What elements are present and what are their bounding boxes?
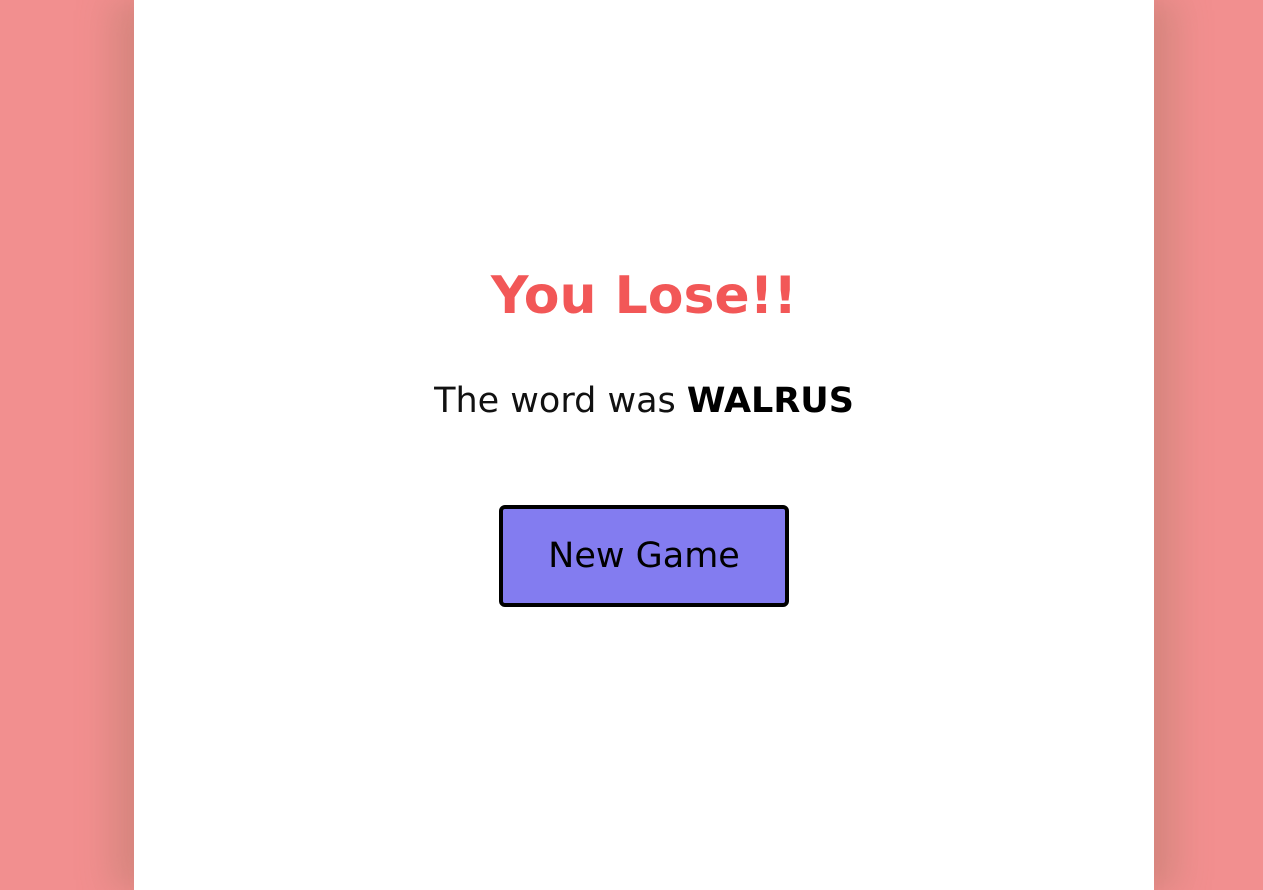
- revealed-word: WALRUS: [686, 381, 854, 421]
- result-title: You Lose!!: [490, 266, 798, 326]
- word-prefix: The word was: [434, 381, 676, 421]
- new-game-button[interactable]: New Game: [499, 505, 789, 607]
- word-reveal: The word was WALRUS: [134, 378, 1154, 424]
- game-panel: You Lose!! The word was WALRUS New Game: [134, 0, 1154, 890]
